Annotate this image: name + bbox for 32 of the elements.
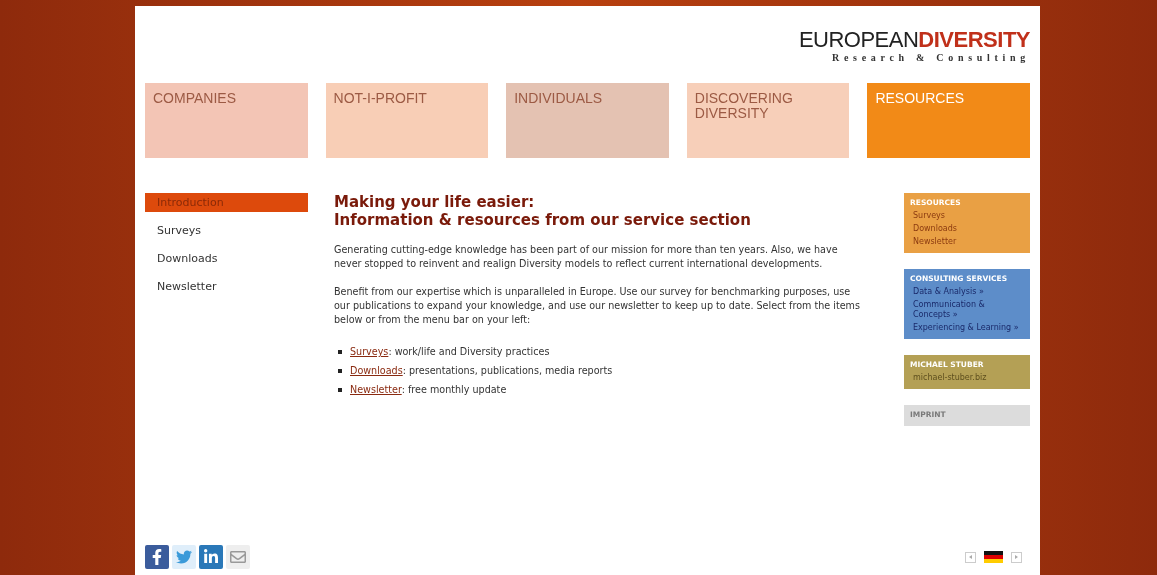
nav-tab[interactable]: COMPANIES — [145, 83, 308, 158]
logo[interactable]: EUROPEANDIVERSITY Research & Consulting — [798, 28, 1030, 66]
bullet-icon — [338, 388, 342, 392]
bullet-icon — [338, 350, 342, 354]
list-item-text: Downloads: presentations, publications, media reports — [350, 364, 613, 378]
box-link[interactable]: Surveys — [910, 211, 1024, 221]
linkedin-icon[interactable] — [199, 545, 223, 569]
sidebar-item[interactable]: Downloads — [145, 249, 308, 268]
paragraph: Benefit from our expertise which is unparalleled in Europe. Use our survey for benchmarking purposes, use our publications to expand your knowledge, and use our newsletter to keep up to date. Select from the items below or from the menu bar on your left: — [334, 285, 861, 327]
facebook-icon[interactable] — [145, 545, 169, 569]
paragraph: Generating cutting-edge knowledge has been part of our mission for more than ten years. Also, we have never stopped to reinvent and realign Diversity models to reflect current international developments. — [334, 243, 839, 271]
box-link[interactable]: Communication & Concepts » — [910, 300, 1024, 320]
box-link[interactable]: Newsletter — [910, 237, 1024, 247]
box-link[interactable]: Data & Analysis » — [910, 287, 1024, 297]
list-item-text: Surveys: work/life and Diversity practices — [350, 345, 550, 359]
nav-tab[interactable]: NOT-I-PROFIT — [325, 83, 489, 158]
box-link[interactable]: michael-stuber.biz — [910, 373, 1024, 383]
sidebar-item[interactable]: Introduction — [145, 193, 308, 212]
link[interactable]: Newsletter — [350, 384, 402, 395]
bullet-icon — [338, 369, 342, 373]
sidebar-item[interactable]: Newsletter — [145, 277, 308, 296]
flag-icon[interactable] — [984, 551, 1003, 563]
link[interactable]: Downloads — [350, 365, 403, 376]
nav-tab[interactable]: INDIVIDUALS — [506, 83, 669, 158]
nav-tab[interactable]: DISCOVERING DIVERSITY — [686, 83, 850, 158]
box-link[interactable]: Downloads — [910, 224, 1024, 234]
nav-tab[interactable]: RESOURCES — [867, 83, 1030, 158]
list-item-text: Newsletter: free monthly update — [350, 383, 507, 397]
box-link[interactable]: Experiencing & Learning » — [910, 323, 1024, 333]
envelope-icon[interactable] — [226, 545, 250, 569]
page-title: Making your life easier: Information & resources from our service section — [334, 193, 752, 229]
sidebar-item[interactable]: Surveys — [145, 221, 308, 240]
